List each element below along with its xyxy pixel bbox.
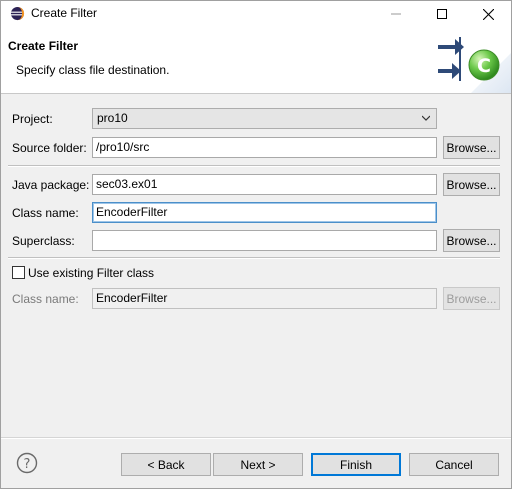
maximize-button[interactable] (419, 1, 465, 27)
project-label: Project: (12, 112, 53, 126)
window-title: Create Filter (31, 6, 98, 20)
source-folder-browse-button[interactable]: Browse... (443, 136, 500, 159)
eclipse-icon (10, 6, 25, 21)
existing-class-browse-button: Browse... (443, 287, 500, 310)
java-package-label: Java package: (12, 178, 90, 192)
superclass-label: Superclass: (12, 234, 75, 248)
class-name-label: Class name: (12, 206, 79, 220)
source-folder-input[interactable]: /pro10/src (92, 137, 437, 158)
superclass-input[interactable] (92, 230, 437, 251)
java-package-browse-button[interactable]: Browse... (443, 173, 500, 196)
separator (8, 257, 500, 259)
chevron-down-icon (422, 115, 430, 121)
svg-text:?: ? (24, 457, 31, 472)
maximize-icon (437, 9, 447, 19)
separator (8, 165, 500, 167)
existing-class-name-label: Class name: (12, 292, 79, 306)
footer-separator (1, 437, 511, 439)
new-class-wizard-icon: C (438, 37, 511, 93)
class-name-input[interactable]: EncoderFilter (92, 202, 437, 223)
close-icon (482, 8, 494, 20)
title-bar: Create Filter (1, 1, 511, 27)
wizard-header: Create Filter Specify class file destina… (1, 27, 511, 94)
use-existing-label[interactable]: Use existing Filter class (28, 266, 154, 280)
cancel-button[interactable]: Cancel (409, 453, 499, 476)
project-value: pro10 (97, 111, 128, 125)
source-folder-label: Source folder: (12, 141, 87, 155)
java-package-input[interactable]: sec03.ex01 (92, 174, 437, 195)
existing-class-name-input: EncoderFilter (92, 288, 437, 309)
minimize-button[interactable] (373, 1, 419, 27)
svg-text:C: C (477, 55, 491, 77)
next-button[interactable]: Next > (213, 453, 303, 476)
project-select[interactable]: pro10 (92, 108, 437, 129)
page-title: Create Filter (8, 39, 79, 53)
minimize-icon (391, 13, 401, 15)
create-filter-dialog: Create Filter Create Filter Specify clas… (0, 0, 512, 489)
use-existing-checkbox[interactable] (12, 266, 25, 279)
back-button[interactable]: < Back (121, 453, 211, 476)
page-description: Specify class file destination. (16, 63, 170, 77)
close-button[interactable] (465, 1, 511, 27)
superclass-browse-button[interactable]: Browse... (443, 229, 500, 252)
finish-button[interactable]: Finish (311, 453, 401, 476)
help-icon[interactable]: ? (16, 452, 38, 474)
